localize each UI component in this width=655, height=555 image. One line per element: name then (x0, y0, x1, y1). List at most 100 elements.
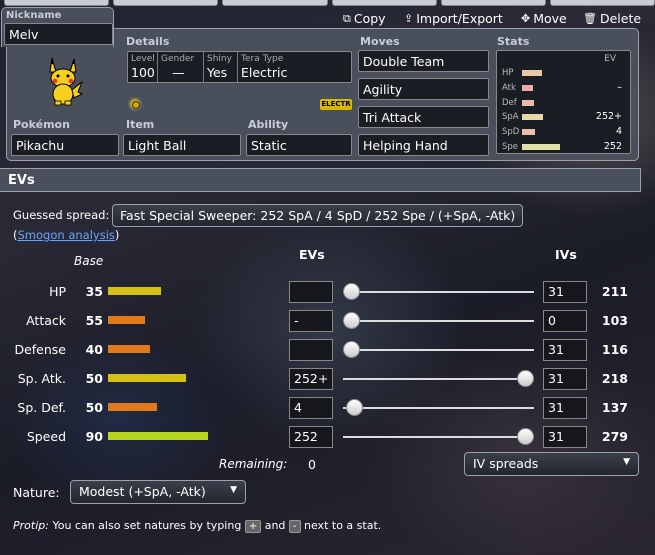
ev-slider-handle[interactable] (343, 283, 360, 300)
stat-bar (522, 114, 543, 120)
pokemon-input[interactable]: Pikachu (11, 134, 119, 156)
details-box[interactable]: Level 100 Gender — Shiny Yes Tera Type E… (127, 51, 352, 83)
ev-input[interactable]: 252 (289, 426, 333, 448)
ev-slider-handle[interactable] (517, 370, 534, 387)
base-stat-value: 35 (85, 284, 103, 299)
stat-total: 116 (601, 342, 628, 357)
smogon-analysis-link[interactable]: Smogon analysis (18, 228, 115, 242)
tab-5[interactable] (440, 0, 546, 6)
iv-input[interactable]: 31 (543, 397, 587, 419)
stat-row-spd: SpD 4 (502, 126, 622, 137)
base-stat-bar (108, 316, 145, 324)
copy-icon: ⧉ (343, 11, 351, 25)
iv-input[interactable]: 31 (543, 339, 587, 361)
nickname-input[interactable]: Melv (4, 23, 113, 45)
tab-strip (0, 0, 655, 6)
stat-label: Sp. Def. (17, 400, 66, 415)
tera-type-badge: ELECTR (320, 99, 352, 110)
stat-bar (522, 70, 542, 76)
move-slot-3[interactable]: Tri Attack (358, 106, 489, 128)
stat-bar (522, 129, 535, 135)
stat-label: Sp. Atk. (17, 371, 66, 386)
light-ball-icon (128, 97, 142, 111)
guessed-spread-label: Guessed spread: (13, 208, 110, 222)
nickname-label: Nickname (6, 10, 62, 21)
iv-input[interactable]: 31 (543, 426, 587, 448)
item-input[interactable]: Light Ball (123, 134, 241, 156)
ability-input[interactable]: Static (246, 134, 352, 156)
ev-column-header: EV (604, 54, 616, 64)
stat-total: 279 (601, 429, 628, 444)
stat-row-def: Def (497, 97, 630, 109)
pokemon-label: Pokémon (13, 118, 70, 131)
ev-slider-track[interactable] (343, 378, 534, 380)
protip-text: Protip: You can also set natures by typi… (13, 519, 382, 533)
ev-slider-track[interactable] (343, 407, 534, 409)
smogon-analysis-line: (Smogon analysis) (13, 228, 120, 242)
ev-slider-track[interactable] (343, 320, 534, 322)
move-slot-4[interactable]: Helping Hand (358, 134, 489, 156)
move-slot-2[interactable]: Agility (358, 78, 489, 100)
base-stat-value: 55 (85, 313, 103, 328)
stat-total: 137 (601, 400, 628, 415)
ev-slider-handle[interactable] (343, 312, 360, 329)
iv-input[interactable]: 0 (543, 310, 587, 332)
item-label: Item (126, 118, 155, 131)
base-stat-bar (108, 287, 161, 295)
shiny-cell: Shiny Yes (204, 52, 238, 82)
ev-input[interactable]: 252+ (289, 368, 333, 390)
stat-bar (522, 144, 560, 150)
stat-total: 103 (601, 313, 628, 328)
chevron-down-icon: ▼ (230, 485, 237, 495)
delete-button[interactable]: 🗑 Delete (583, 11, 641, 26)
base-stat-bar (108, 432, 208, 440)
ev-slider-handle[interactable] (517, 428, 534, 445)
stat-bar (522, 85, 533, 91)
remaining-value: 0 (308, 457, 316, 472)
import-export-button[interactable]: ⇪ Import/Export (404, 11, 503, 26)
upload-icon: ⇪ (404, 12, 414, 25)
tab-6[interactable] (549, 0, 655, 6)
tab-2[interactable] (113, 0, 219, 6)
ev-input[interactable]: - (289, 310, 333, 332)
minus-key: - (288, 520, 301, 533)
ev-input[interactable] (289, 281, 333, 303)
ev-slider-track[interactable] (343, 291, 534, 293)
ev-slider-track[interactable] (343, 436, 534, 438)
nature-select[interactable]: Modest (+SpA, -Atk) ▼ (70, 480, 246, 504)
stat-row-spa: SpA 252+ (502, 111, 622, 122)
tab-1[interactable] (4, 0, 110, 6)
base-column-header: Base (74, 254, 104, 268)
copy-button[interactable]: ⧉ Copy (343, 11, 386, 26)
ev-slider-handle[interactable] (343, 341, 360, 358)
base-stat-bar (108, 345, 150, 353)
iv-input[interactable]: 31 (543, 281, 587, 303)
stat-row-spe: Spe 252 (502, 141, 622, 152)
ev-slider-track[interactable] (343, 349, 534, 351)
ev-input[interactable] (289, 339, 333, 361)
stats-label: Stats (497, 35, 530, 48)
pikachu-sprite[interactable] (44, 56, 84, 106)
moves-label: Moves (360, 35, 400, 48)
ev-slider-handle[interactable] (346, 399, 364, 416)
details-label: Details (126, 35, 170, 48)
stats-summary-box[interactable]: EV HP Atk – Def SpA 252+ SpD 4 Spe 252 (496, 50, 631, 154)
base-stat-value: 50 (85, 400, 103, 415)
iv-spreads-select[interactable]: IV spreads ▼ (464, 452, 639, 476)
stat-label: Defense (14, 342, 66, 357)
tab-3[interactable] (222, 0, 328, 6)
base-stat-value: 40 (85, 342, 103, 357)
ability-label: Ability (248, 118, 289, 131)
stat-bar (522, 100, 534, 106)
ivs-column-header: IVs (555, 247, 577, 262)
tab-4[interactable] (331, 0, 437, 6)
level-cell: Level 100 (128, 52, 158, 82)
move-slot-1[interactable]: Double Team (358, 50, 489, 72)
stat-label: Attack (26, 313, 66, 328)
stat-label: Speed (26, 429, 66, 444)
iv-input[interactable]: 31 (543, 368, 587, 390)
move-arrows-icon: ✥ (521, 12, 531, 25)
move-button[interactable]: ✥ Move (521, 11, 567, 26)
ev-input[interactable]: 4 (289, 397, 333, 419)
guessed-spread-button[interactable]: Fast Special Sweeper: 252 SpA / 4 SpD / … (112, 204, 523, 227)
